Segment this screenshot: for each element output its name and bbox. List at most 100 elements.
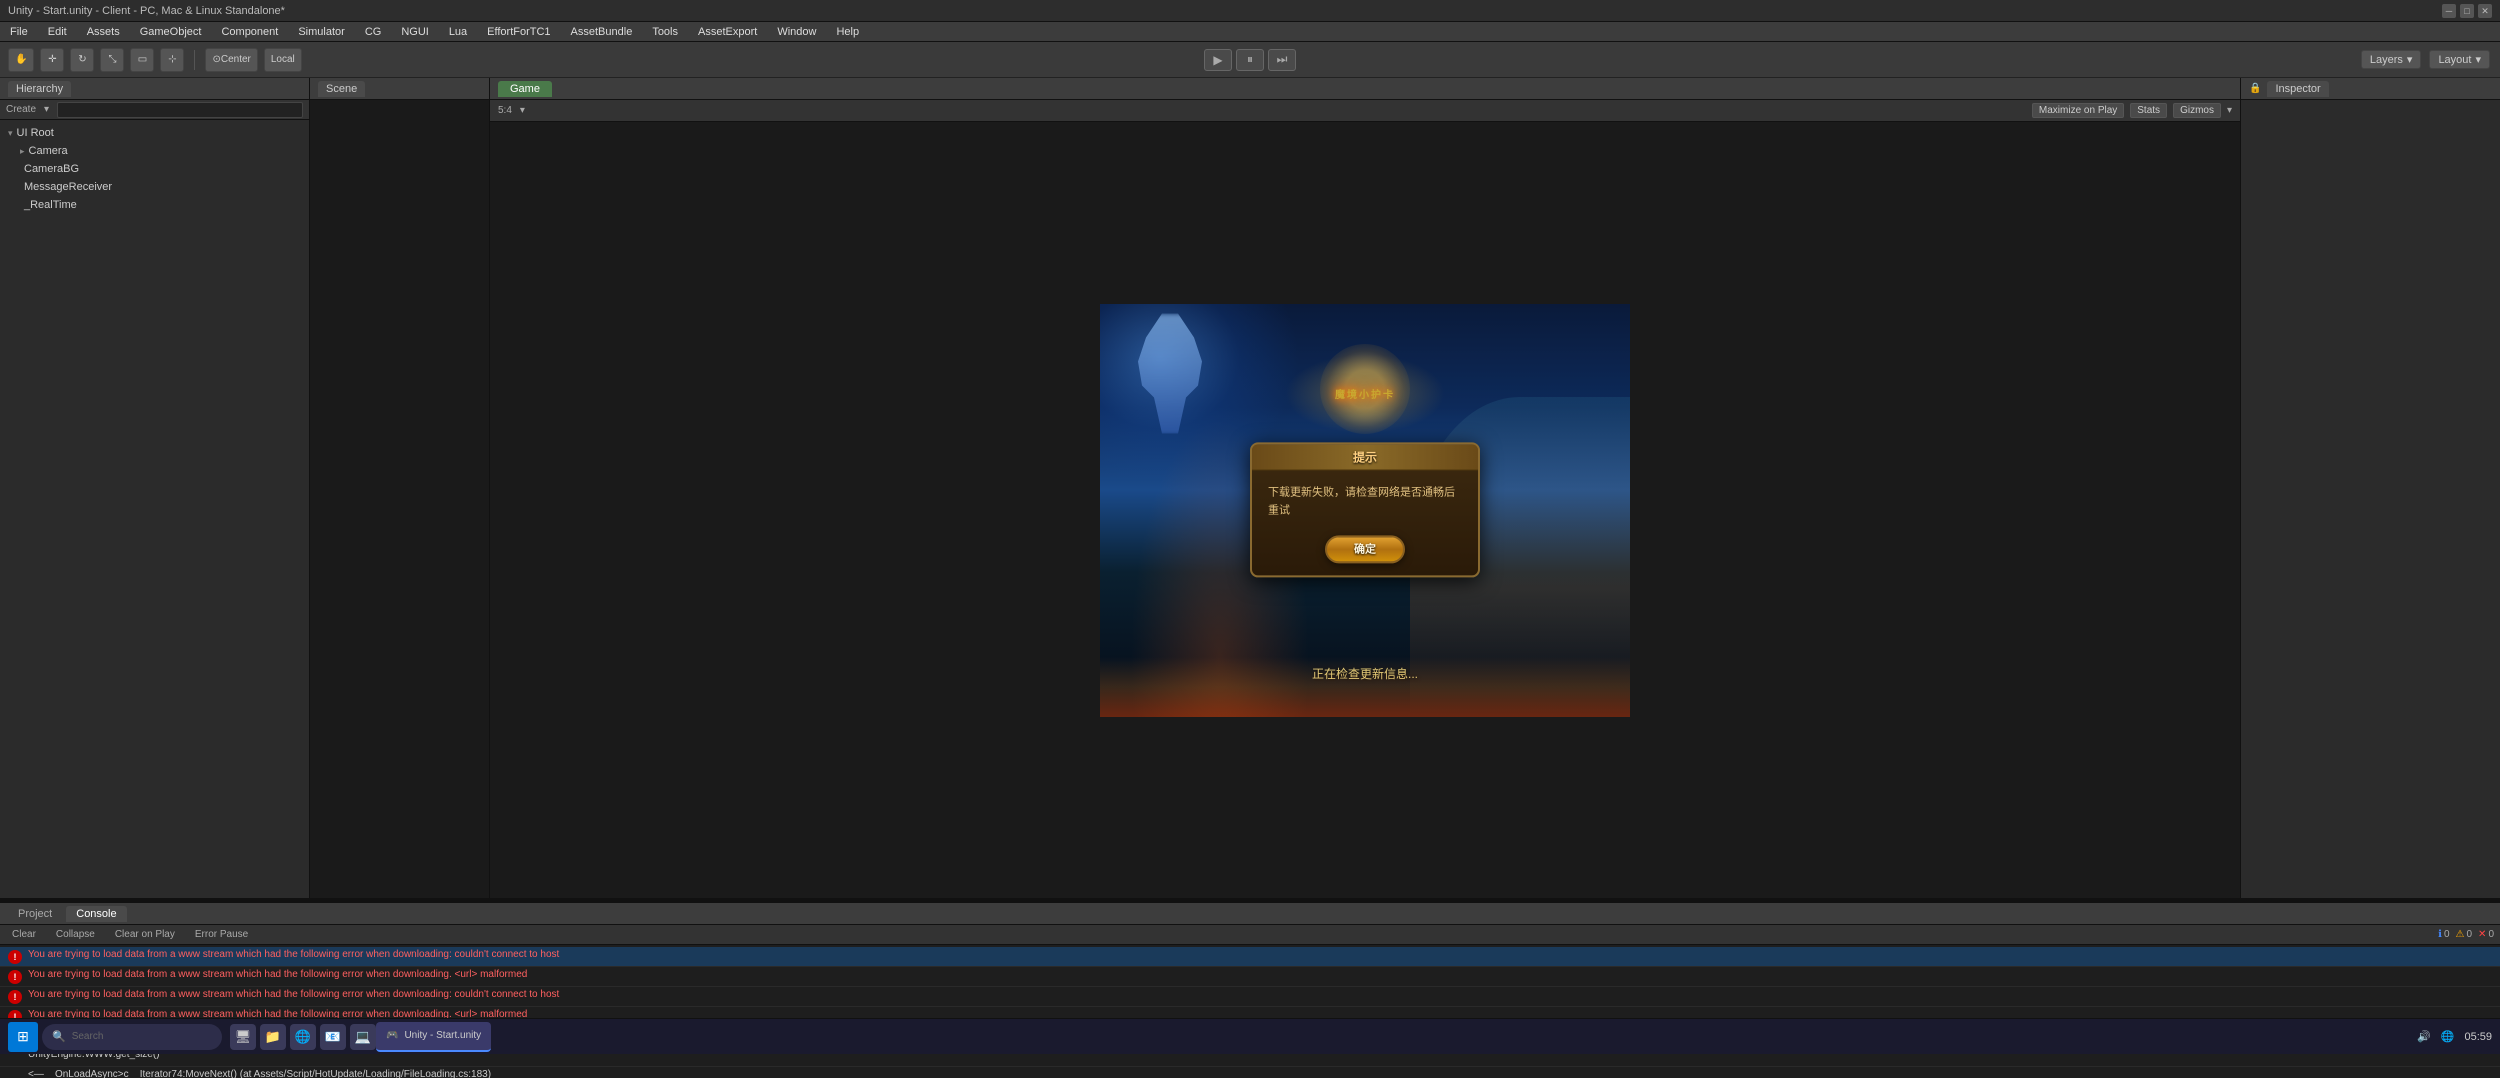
step-button[interactable]: ⏭ [1268, 49, 1296, 71]
transform-tool-button[interactable]: ⊹ [160, 48, 184, 72]
toolbar: ✋ ✛ ↻ ⤡ ▭ ⊹ ⊙ Center Local ▶ ⏸ ⏭ Layers … [0, 42, 2500, 78]
stats-button[interactable]: Stats [2130, 103, 2167, 118]
taskbar-icon-4[interactable]: 📧 [320, 1024, 346, 1050]
taskbar-icon-3[interactable]: 🌐 [290, 1024, 316, 1050]
menu-simulator[interactable]: Simulator [294, 26, 348, 38]
layers-dropdown[interactable]: Layers ▾ [2361, 50, 2422, 69]
move-tool-button[interactable]: ✛ [40, 48, 64, 72]
taskbar-time: 05:59 [2464, 1031, 2492, 1043]
layers-label: Layers [2370, 54, 2403, 66]
game-screen: 魔境小护卡 提示 下载更新失败，请检查网络是否通畅后重试 确定 [1100, 304, 1630, 717]
fire-effect [1100, 657, 1630, 717]
unity-taskbar-app[interactable]: 🎮 Unity - Start.unity [376, 1022, 491, 1052]
scene-canvas[interactable] [310, 100, 489, 898]
rect-tool-button[interactable]: ▭ [130, 48, 154, 72]
scale-tool-button[interactable]: ⤡ [100, 48, 124, 72]
pivot-icon: ⊙ [212, 54, 220, 65]
project-tab[interactable]: Project [8, 906, 62, 922]
menu-lua[interactable]: Lua [445, 26, 471, 38]
menu-file[interactable]: File [6, 26, 32, 38]
create-button[interactable]: Create [6, 104, 36, 115]
volume-icon[interactable]: 🔊 [2417, 1030, 2431, 1043]
inspector-tab[interactable]: Inspector [2267, 81, 2328, 97]
taskbar-app-icons: 🖥 📁 🌐 📧 💻 [230, 1024, 376, 1050]
logo-text: 魔境小护卡 [1335, 386, 1395, 401]
dialog-overlay: 提示 下载更新失败，请检查网络是否通畅后重试 确定 [1250, 442, 1480, 577]
hierarchy-item-label: CameraBG [24, 163, 79, 175]
dialog-title: 提示 [1252, 444, 1478, 470]
hierarchy-item-realtime[interactable]: _RealTime [0, 196, 309, 214]
hand-tool-button[interactable]: ✋ [8, 48, 34, 72]
game-logo: 魔境小护卡 [1285, 354, 1445, 434]
taskbar: ⊞ 🔍 Search 🖥 📁 🌐 📧 💻 🎮 Unity - Start.uni… [0, 1018, 2500, 1054]
unity-app-label: Unity - Start.unity [404, 1030, 481, 1041]
error-icon: ! [8, 950, 22, 964]
start-button[interactable]: ⊞ [8, 1022, 38, 1052]
menu-tools[interactable]: Tools [648, 26, 682, 38]
game-size-label: 5:4 [498, 105, 512, 116]
hierarchy-item-messagereceiver[interactable]: MessageReceiver [0, 178, 309, 196]
network-icon[interactable]: 🌐 [2441, 1030, 2455, 1043]
console-tab[interactable]: Console [66, 906, 126, 922]
layout-dropdown[interactable]: Layout ▾ [2429, 50, 2490, 69]
unity-app-icon: 🎮 [386, 1030, 398, 1041]
inspector-lock-icon[interactable]: 🔒 [2249, 83, 2261, 94]
menu-cg[interactable]: CG [361, 26, 386, 38]
play-button[interactable]: ▶ [1204, 49, 1232, 71]
hierarchy-item-camerabg[interactable]: CameraBG [0, 160, 309, 178]
minimize-button[interactable]: ─ [2442, 4, 2456, 18]
menu-gameobject[interactable]: GameObject [136, 26, 206, 38]
error-count-badge: ✕ 0 [2478, 929, 2494, 940]
clear-button[interactable]: Clear [6, 928, 42, 941]
gizmos-arrow-icon: ▾ [2227, 105, 2232, 116]
rotate-tool-button[interactable]: ↻ [70, 48, 94, 72]
error-icon: ✕ [2478, 929, 2486, 940]
layout-chevron-icon: ▾ [2475, 53, 2481, 66]
gizmos-button[interactable]: Gizmos [2173, 103, 2221, 118]
menu-assetexport[interactable]: AssetExport [694, 26, 761, 38]
hierarchy-item-label: UI Root [17, 127, 54, 139]
console-row[interactable]: ! You are trying to load data from a www… [0, 987, 2500, 1007]
taskbar-icon-5[interactable]: 💻 [350, 1024, 376, 1050]
pivot-center-button[interactable]: ⊙ Center [205, 48, 257, 72]
menu-help[interactable]: Help [832, 26, 863, 38]
clear-on-play-button[interactable]: Clear on Play [109, 928, 181, 941]
bottom-tabs: Project Console [0, 903, 2500, 925]
pause-button[interactable]: ⏸ [1236, 49, 1264, 71]
taskbar-icon-1[interactable]: 🖥 [230, 1024, 256, 1050]
maximize-on-play-button[interactable]: Maximize on Play [2032, 103, 2124, 118]
hierarchy-item-uiroot[interactable]: ▾ UI Root [0, 124, 309, 142]
scene-tab[interactable]: Scene [318, 81, 365, 97]
hierarchy-search-input[interactable] [57, 102, 303, 118]
warn-count: 0 [2466, 929, 2472, 940]
close-button[interactable]: ✕ [2478, 4, 2492, 18]
menu-ngui[interactable]: NGUI [397, 26, 433, 38]
inspector-content [2241, 100, 2500, 898]
scene-panel: Scene [310, 78, 490, 898]
hierarchy-panel: Hierarchy Create ▾ ▾ UI Root ▸ Camera Ca… [0, 78, 310, 898]
menu-assets[interactable]: Assets [83, 26, 124, 38]
error-pause-button[interactable]: Error Pause [189, 928, 254, 941]
console-row[interactable]: <—__OnLoadAsync>c__Iterator74:MoveNext()… [0, 1067, 2500, 1078]
console-row[interactable]: ! You are trying to load data from a www… [0, 947, 2500, 967]
menu-window[interactable]: Window [773, 26, 820, 38]
menu-edit[interactable]: Edit [44, 26, 71, 38]
console-row[interactable]: ! You are trying to load data from a www… [0, 967, 2500, 987]
window-title: Unity - Start.unity - Client - PC, Mac &… [8, 5, 2442, 17]
dialog-confirm-button[interactable]: 确定 [1325, 536, 1405, 564]
collapse-button[interactable]: Collapse [50, 928, 101, 941]
game-view-controls: 5:4 ▾ Maximize on Play Stats Gizmos ▾ [490, 100, 2240, 122]
menu-assetbundle[interactable]: AssetBundle [567, 26, 637, 38]
hierarchy-tab[interactable]: Hierarchy [8, 81, 71, 97]
normal-icon [8, 1070, 22, 1078]
search-placeholder: Search [72, 1031, 104, 1042]
taskbar-icon-2[interactable]: 📁 [260, 1024, 286, 1050]
pivot-local-button[interactable]: Local [264, 48, 302, 72]
playmode-controls: ▶ ⏸ ⏭ [1204, 49, 1296, 71]
taskbar-search[interactable]: 🔍 Search [42, 1024, 222, 1050]
maximize-button[interactable]: □ [2460, 4, 2474, 18]
hierarchy-item-camera[interactable]: ▸ Camera [0, 142, 309, 160]
menu-component[interactable]: Component [217, 26, 282, 38]
menu-effortfortc1[interactable]: EffortForTC1 [483, 26, 554, 38]
game-tab[interactable]: Game [498, 81, 552, 97]
